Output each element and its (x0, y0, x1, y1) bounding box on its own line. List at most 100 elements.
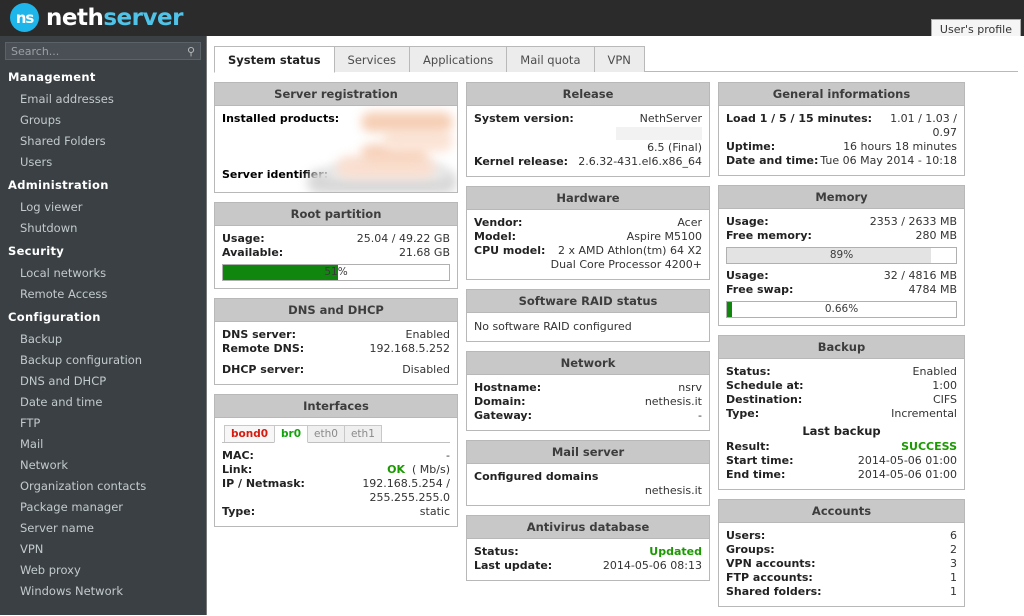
iface-type-row: Type: static (222, 505, 450, 519)
dashboard-columns: Server registration Installed products: … (208, 72, 1024, 616)
ram-usage-row: Usage: 2353 / 2633 MB (726, 215, 957, 229)
interface-tab-bond0[interactable]: bond0 (224, 425, 276, 442)
sidebar-item-vpn[interactable]: VPN (0, 538, 206, 559)
sidebar-item-dns-and-dhcp[interactable]: DNS and DHCP (0, 370, 206, 391)
dns-server-value: Enabled (405, 328, 450, 341)
panel-title: Memory (719, 186, 964, 209)
tab-system-status[interactable]: System status (214, 46, 335, 73)
panel-interfaces: Interfaces bond0 br0 eth0 eth1 MAC: - Link:… (214, 394, 458, 527)
sidebar-item-log-viewer[interactable]: Log viewer (0, 196, 206, 217)
accounts-value: 1 (950, 585, 957, 598)
search-box[interactable]: ⚲ (5, 42, 201, 60)
backup-status-value: Enabled (912, 365, 957, 378)
free-swap-row: Free swap: 4784 MB (726, 283, 957, 297)
panel-body: Usage: 2353 / 2633 MB Free memory: 280 M… (719, 209, 964, 325)
sidebar-item-backup[interactable]: Backup (0, 328, 206, 349)
accounts-label: FTP accounts: (726, 571, 813, 584)
sidebar-item-shared-folders[interactable]: Shared Folders (0, 130, 206, 151)
sidebar-item-backup-configuration[interactable]: Backup configuration (0, 349, 206, 370)
raid-message: No software RAID configured (474, 320, 632, 333)
panel-general-informations: General informations Load 1 / 5 / 15 min… (718, 82, 965, 176)
accounts-row: Users: 6 (726, 529, 957, 543)
dashboard-column-2: Release System version: NethServer 6.5 (… (466, 82, 710, 616)
tab-vpn[interactable]: VPN (593, 46, 645, 72)
net-domain-value: nethesis.it (644, 395, 702, 408)
panel-title: Network (467, 352, 709, 375)
progressbar-label: 89% (829, 249, 854, 261)
sidebar-item-package-manager[interactable]: Package manager (0, 496, 206, 517)
accounts-label: VPN accounts: (726, 557, 816, 570)
swap-usage-value: 32 / 4816 MB (883, 269, 957, 282)
net-hostname-value: nsrv (678, 381, 702, 394)
iface-ip-label: IP / Netmask: (222, 477, 305, 490)
panel-accounts: Accounts Users: 6 Groups: 2 VPN accounts: 3 FT… (718, 499, 965, 607)
load-label: Load 1 / 5 / 15 minutes: (726, 112, 873, 125)
tab-applications[interactable]: Applications (409, 46, 508, 72)
kernel-release-row: Kernel release: 2.6.32-431.el6.x86_64 (474, 155, 702, 169)
panel-mail-server: Mail server Configured domains nethesis.… (466, 440, 710, 506)
dashboard-column-1: Server registration Installed products: … (214, 82, 458, 616)
sidebar-item-groups[interactable]: Groups (0, 109, 206, 130)
iface-type-label: Type: (222, 505, 256, 518)
iface-link-value-wrap: OK ( Mb/s) (387, 463, 450, 477)
net-gateway-value: - (698, 409, 702, 422)
sidebar-item-remote-access[interactable]: Remote Access (0, 283, 206, 304)
sidebar-item-ftp[interactable]: FTP (0, 412, 206, 433)
system-version-text: NethServer (639, 112, 702, 125)
hw-model-row: Model: Aspire M5100 (474, 230, 702, 244)
sidebar-item-network[interactable]: Network (0, 454, 206, 475)
panel-title: Antivirus database (467, 516, 709, 539)
free-swap-label: Free swap: (726, 283, 794, 296)
interface-tab-eth1[interactable]: eth1 (343, 425, 382, 442)
tab-services[interactable]: Services (333, 46, 411, 72)
sidebar-item-web-proxy[interactable]: Web proxy (0, 559, 206, 580)
iface-ip-row: IP / Netmask: 192.168.5.254 / 255.255.25… (222, 477, 450, 505)
sidebar-item-shutdown[interactable]: Shutdown (0, 217, 206, 238)
search-row: ⚲ (0, 36, 206, 64)
panel-body: DNS server: Enabled Remote DNS: 192.168.… (215, 322, 457, 384)
sidebar-nav: Management Email addresses Groups Shared Fo… (0, 64, 206, 601)
hw-vendor-value: Acer (677, 216, 702, 229)
sidebar-item-email-addresses[interactable]: Email addresses (0, 88, 206, 109)
panel-body: No software RAID configured (467, 313, 709, 341)
backup-schedule-row: Schedule at: 1:00 (726, 379, 957, 393)
backup-result-label: Result: (726, 440, 770, 453)
backup-end-row: End time: 2014-05-06 01:00 (726, 468, 957, 482)
sidebar-item-mail[interactable]: Mail (0, 433, 206, 454)
panel-body: Configured domains nethesis.it (467, 464, 709, 505)
configured-domain-value: nethesis.it (644, 484, 702, 497)
iface-type-value: static (419, 505, 450, 518)
brand-wordmark-server: server (103, 4, 183, 31)
panel-antivirus: Antivirus database Status: Updated Last … (466, 515, 710, 581)
sidebar-item-windows-network[interactable]: Windows Network (0, 580, 206, 601)
hw-vendor-row: Vendor: Acer (474, 216, 702, 230)
iface-link-row: Link: OK ( Mb/s) (222, 463, 450, 477)
panel-release: Release System version: NethServer 6.5 (… (466, 82, 710, 177)
load-value: 1.01 / 1.03 / 0.97 (890, 112, 957, 139)
panel-network: Network Hostname: nsrv Domain: nethesis.… (466, 351, 710, 431)
system-version-label: System version: (474, 112, 574, 125)
datetime-value: Tue 06 May 2014 - 10:18 (820, 154, 957, 167)
iface-mac-value: - (446, 449, 450, 462)
main-content: System status Services Applications Mail qu… (208, 36, 1024, 615)
sidebar-item-organization-contacts[interactable]: Organization contacts (0, 475, 206, 496)
sidebar: ⚲ Management Email addressesGroupsShared … (0, 36, 207, 615)
tab-mail-quota[interactable]: Mail quota (506, 46, 595, 72)
panel-title: Software RAID status (467, 290, 709, 313)
av-status-value: Updated (649, 545, 702, 558)
ram-usage-label: Usage: (726, 215, 769, 228)
search-input[interactable] (6, 43, 200, 59)
sidebar-item-users[interactable]: Users (0, 151, 206, 172)
panel-title: Root partition (215, 203, 457, 226)
interface-tab-eth0[interactable]: eth0 (307, 425, 345, 442)
backup-end-label: End time: (726, 468, 786, 481)
accounts-value: 2 (950, 543, 957, 556)
ram-usage-value: 2353 / 2633 MB (869, 215, 957, 228)
free-memory-label: Free memory: (726, 229, 812, 242)
sidebar-item-date-and-time[interactable]: Date and time (0, 391, 206, 412)
sidebar-group-security: Security (8, 244, 65, 258)
panel-body: Load 1 / 5 / 15 minutes: 1.01 / 1.03 / 0… (719, 106, 964, 175)
interface-tab-br0[interactable]: br0 (274, 425, 309, 443)
sidebar-item-server-name[interactable]: Server name (0, 517, 206, 538)
sidebar-item-local-networks[interactable]: Local networks (0, 262, 206, 283)
